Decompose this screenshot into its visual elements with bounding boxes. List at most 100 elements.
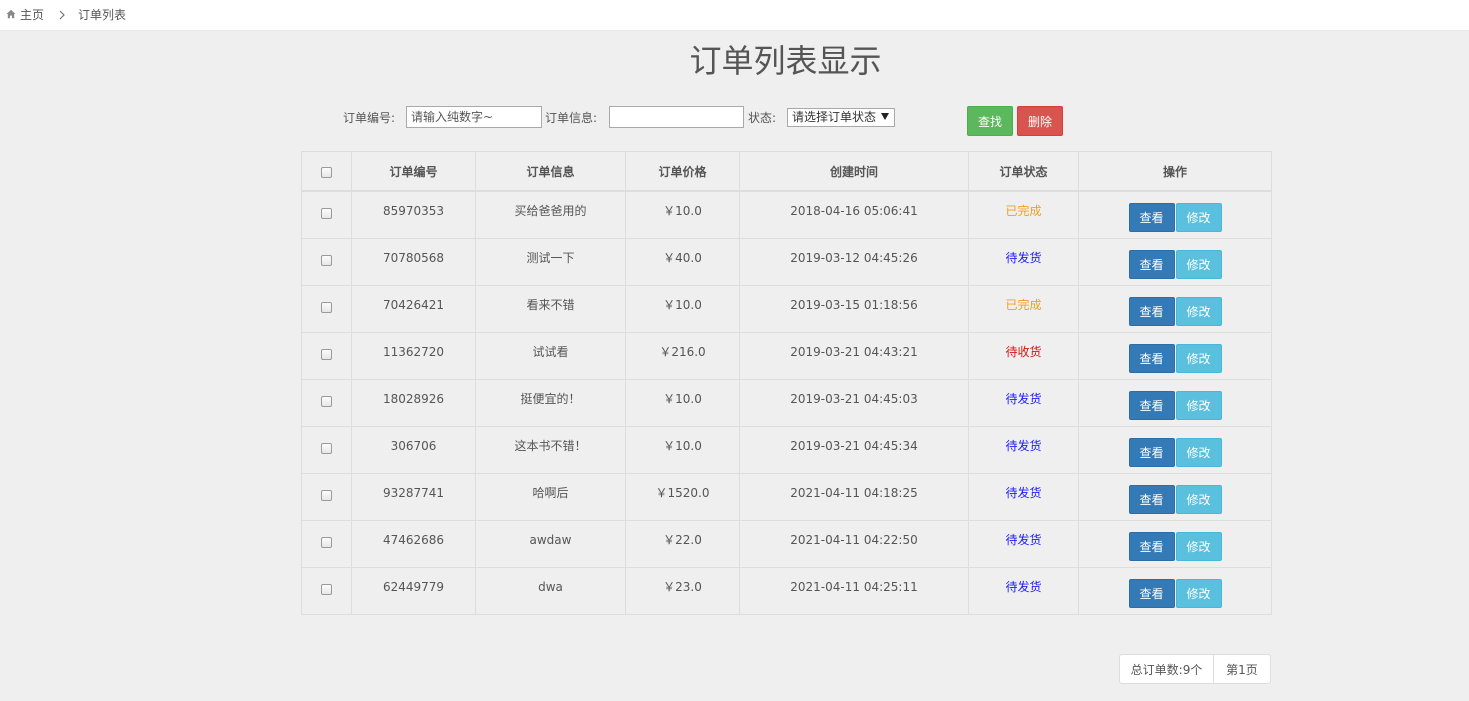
- row-checkbox[interactable]: [321, 443, 332, 454]
- edit-button[interactable]: 修改: [1175, 438, 1222, 467]
- order-price: ￥10.0: [663, 204, 702, 218]
- order-no-cell: 70780568: [351, 238, 476, 286]
- row-checkbox[interactable]: [321, 302, 332, 313]
- order-price: ￥23.0: [663, 580, 702, 594]
- created-time: 2019-03-15 01:18:56: [790, 298, 918, 312]
- created-time-cell: 2021-04-11 04:25:11: [739, 567, 969, 615]
- created-time-cell: 2019-03-15 01:18:56: [739, 285, 969, 333]
- order-info: awdaw: [529, 533, 572, 547]
- page-indicator[interactable]: 第1页: [1213, 654, 1271, 684]
- edit-button[interactable]: 修改: [1175, 485, 1222, 514]
- search-button[interactable]: 查找: [967, 106, 1013, 136]
- order-no: 93287741: [382, 486, 445, 500]
- view-button[interactable]: 查看: [1128, 391, 1175, 420]
- edit-button[interactable]: 修改: [1175, 391, 1222, 420]
- edit-button[interactable]: 修改: [1175, 250, 1222, 279]
- row-select-cell: [301, 520, 352, 568]
- order-info-cell: dwa: [475, 567, 626, 615]
- edit-button[interactable]: 修改: [1175, 203, 1222, 232]
- header-order-status: 订单状态: [968, 151, 1079, 192]
- order-no-cell: 62449779: [351, 567, 476, 615]
- view-button[interactable]: 查看: [1128, 297, 1175, 326]
- view-button[interactable]: 查看: [1128, 579, 1175, 608]
- order-status-cell: 待发货: [968, 473, 1079, 521]
- row-checkbox[interactable]: [321, 208, 332, 219]
- edit-button[interactable]: 修改: [1175, 297, 1222, 326]
- row-checkbox[interactable]: [321, 255, 332, 266]
- order-info-cell: 看来不错: [475, 285, 626, 333]
- order-info-cell: 哈啊后: [475, 473, 626, 521]
- row-checkbox[interactable]: [321, 584, 332, 595]
- order-info-cell: 挺便宜的！: [475, 379, 626, 427]
- delete-button[interactable]: 删除: [1017, 106, 1063, 136]
- edit-button[interactable]: 修改: [1175, 579, 1222, 608]
- table-row: 306706 这本书不错！ ￥10.0 2019-03-21 04:45:34 待发货 查…: [301, 426, 1272, 474]
- order-no-label: 订单编号:: [343, 111, 396, 125]
- view-button[interactable]: 查看: [1128, 250, 1175, 279]
- edit-button[interactable]: 修改: [1175, 344, 1222, 373]
- order-status: 已完成: [1005, 298, 1042, 312]
- row-select-cell: [301, 567, 352, 615]
- order-price-cell: ￥10.0: [625, 426, 740, 474]
- order-info-input[interactable]: [609, 106, 744, 128]
- status-select-value: 请选择订单状态: [792, 110, 877, 124]
- breadcrumb: 主页 订单列表: [0, 0, 1469, 31]
- chevron-right-icon: [59, 10, 65, 20]
- table-row: 62449779 dwa ￥23.0 2021-04-11 04:25:11 待发货 查看…: [301, 567, 1272, 615]
- order-status-cell: 待发货: [968, 520, 1079, 568]
- order-price-cell: ￥10.0: [625, 379, 740, 427]
- order-price-cell: ￥23.0: [625, 567, 740, 615]
- order-info-cell: 买给爸爸用的: [475, 190, 626, 239]
- row-checkbox[interactable]: [321, 349, 332, 360]
- breadcrumb-home-link[interactable]: 主页: [20, 8, 44, 22]
- select-all-cell: [301, 151, 352, 192]
- view-button[interactable]: 查看: [1128, 485, 1175, 514]
- edit-button[interactable]: 修改: [1175, 532, 1222, 561]
- actions-cell: 查看 修改: [1078, 567, 1272, 615]
- status-select[interactable]: 请选择订单状态: [787, 108, 895, 127]
- order-no-cell: 70426421: [351, 285, 476, 333]
- created-time-cell: 2019-03-21 04:45:03: [739, 379, 969, 427]
- table-row: 93287741 哈啊后 ￥1520.0 2021-04-11 04:18:25 待发货…: [301, 473, 1272, 521]
- view-button[interactable]: 查看: [1128, 438, 1175, 467]
- created-time: 2021-04-11 04:18:25: [790, 486, 918, 500]
- view-button[interactable]: 查看: [1128, 203, 1175, 232]
- order-status: 待收货: [1005, 345, 1042, 359]
- order-no: 18028926: [382, 392, 445, 406]
- header-order-info: 订单信息: [475, 151, 626, 192]
- order-price: ￥1520.0: [655, 486, 710, 500]
- select-all-checkbox[interactable]: [321, 167, 332, 178]
- table-row: 11362720 试试看 ￥216.0 2019-03-21 04:43:21 待收货 查…: [301, 332, 1272, 380]
- created-time-cell: 2018-04-16 05:06:41: [739, 190, 969, 239]
- order-no-cell: 306706: [351, 426, 476, 474]
- row-select-cell: [301, 190, 352, 239]
- order-info: dwa: [538, 580, 563, 594]
- view-button[interactable]: 查看: [1128, 344, 1175, 373]
- created-time: 2019-03-21 04:45:34: [790, 439, 918, 453]
- table-row: 70426421 看来不错 ￥10.0 2019-03-15 01:18:56 已完成 查…: [301, 285, 1272, 333]
- order-price: ￥22.0: [663, 533, 702, 547]
- order-status: 待发货: [1005, 439, 1042, 453]
- order-status: 待发货: [1005, 533, 1042, 547]
- order-info-cell: 试试看: [475, 332, 626, 380]
- order-info: 哈啊后: [532, 486, 569, 500]
- order-no-input[interactable]: [406, 106, 542, 128]
- row-select-cell: [301, 379, 352, 427]
- order-no: 70426421: [382, 298, 445, 312]
- row-checkbox[interactable]: [321, 490, 332, 501]
- view-button[interactable]: 查看: [1128, 532, 1175, 561]
- order-price-cell: ￥216.0: [625, 332, 740, 380]
- order-info: 试试看: [532, 345, 569, 359]
- actions-cell: 查看 修改: [1078, 332, 1272, 380]
- order-price-cell: ￥10.0: [625, 285, 740, 333]
- order-status-cell: 待发货: [968, 379, 1079, 427]
- actions-cell: 查看 修改: [1078, 190, 1272, 239]
- order-status-cell: 待收货: [968, 332, 1079, 380]
- order-price: ￥10.0: [663, 298, 702, 312]
- created-time: 2019-03-21 04:45:03: [790, 392, 918, 406]
- order-no-cell: 18028926: [351, 379, 476, 427]
- row-checkbox[interactable]: [321, 396, 332, 407]
- order-price-cell: ￥1520.0: [625, 473, 740, 521]
- row-checkbox[interactable]: [321, 537, 332, 548]
- table-row: 47462686 awdaw ￥22.0 2021-04-11 04:22:50 待发货…: [301, 520, 1272, 568]
